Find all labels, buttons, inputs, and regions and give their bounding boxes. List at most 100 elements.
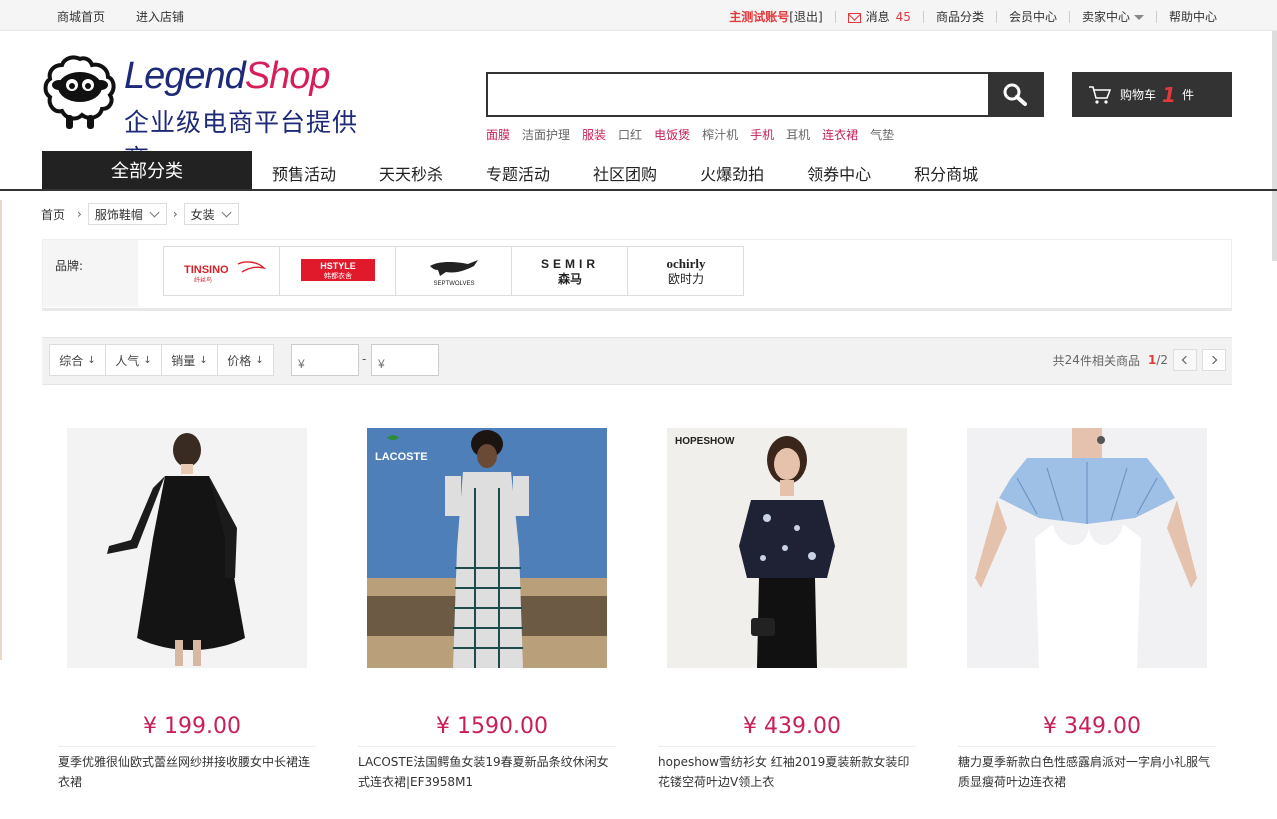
prev-page-button[interactable] — [1173, 349, 1197, 371]
breadcrumb-level1-dropdown[interactable]: 服饰鞋帽 — [87, 203, 167, 225]
divider — [995, 10, 997, 23]
page-current: 1 — [1147, 353, 1157, 367]
hot-word-link[interactable]: 气垫 — [870, 126, 894, 143]
product-card[interactable]: LACOSTE ¥ 1590.00 LACOSTE法国鳄鱼女装19春夏新品条纹休… — [342, 428, 642, 789]
cart-count: 1 — [1162, 82, 1176, 107]
hot-word-link[interactable]: 洁面护理 — [522, 126, 570, 143]
product-image[interactable] — [67, 428, 307, 668]
top-bar: 商城首页 进入店铺 主测试账号 [退出] 消息 45 商品分类 会员中心 卖家中心… — [0, 0, 1277, 31]
product-card[interactable]: ¥ 349.00 糖力夏季新款白色性感露肩派对一字肩小礼服气质显瘦荷叶边连衣裙 — [942, 428, 1242, 789]
nav-item[interactable]: 领券中心 — [807, 161, 871, 185]
sort-label: 综合 — [59, 353, 84, 368]
main-nav: 全部分类 预售活动 天天秒杀 专题活动 社区团购 火爆劲拍 领券中心 积分商城 — [0, 151, 1277, 191]
brand-logo-septwolves: SEPTWOLVES — [429, 260, 478, 287]
search-button[interactable] — [988, 74, 1042, 115]
arrow-down-icon: ↓ — [199, 354, 208, 366]
svg-text:HOPESHOW: HOPESHOW — [675, 436, 735, 447]
product-title[interactable]: 夏季优雅很仙欧式蕾丝网纱拼接收腰女中长裙连衣裙 — [58, 752, 316, 792]
product-title[interactable]: LACOSTE法国鳄鱼女装19春夏新品条纹休闲女式连衣裙|EF3958M1 — [358, 752, 616, 792]
left-edge-decoration — [0, 200, 2, 660]
svg-text:森马: 森马 — [557, 271, 581, 286]
sheep-logo-icon — [43, 55, 116, 129]
mall-home-link[interactable]: 商城首页 — [57, 8, 105, 25]
divider — [358, 746, 616, 747]
brand-semir[interactable]: SEMIR 森马 — [511, 246, 628, 296]
hot-word-link[interactable]: 面膜 — [486, 126, 510, 143]
logout-link[interactable]: [退出] — [789, 8, 822, 25]
hot-word-link[interactable]: 连衣裙 — [822, 126, 858, 143]
divider — [1068, 10, 1070, 23]
product-card[interactable]: HOPESHOW ¥ 439.00 hopeshow雪纺衫女 红袖2019夏装新… — [642, 428, 942, 789]
header: LegendShop 企业级电商平台提供商 面膜洁面护理服装口红电饭煲榨汁机手机… — [0, 31, 1277, 173]
divider — [958, 746, 1216, 747]
product-title[interactable]: 糖力夏季新款白色性感露肩派对一字肩小礼服气质显瘦荷叶边连衣裙 — [958, 752, 1216, 792]
black-lace-dress-image — [67, 428, 307, 668]
nav-item[interactable]: 专题活动 — [486, 161, 550, 185]
enter-store-link[interactable]: 进入店铺 — [136, 8, 184, 25]
brand-tinsino[interactable]: TINSINO 纤丝鸟 — [163, 246, 280, 296]
nav-item[interactable]: 社区团购 — [593, 161, 657, 185]
svg-text:纤丝鸟: 纤丝鸟 — [194, 276, 212, 284]
product-card[interactable]: ¥ 199.00 夏季优雅很仙欧式蕾丝网纱拼接收腰女中长裙连衣裙 — [42, 428, 342, 789]
arrow-down-icon: ↓ — [255, 354, 264, 366]
brand-ochirly[interactable]: ochirly 欧时力 — [627, 246, 744, 296]
divider — [658, 746, 916, 747]
total-suffix: 件相关商品 — [1079, 353, 1140, 368]
divider — [922, 10, 924, 23]
search-box — [486, 72, 1044, 117]
member-center-link[interactable]: 会员中心 — [1009, 8, 1057, 25]
categories-link[interactable]: 商品分类 — [936, 8, 984, 25]
svg-text:ochirly: ochirly — [666, 256, 705, 271]
hot-word-link[interactable]: 电饭煲 — [654, 126, 690, 143]
product-image[interactable] — [967, 428, 1207, 668]
product-title[interactable]: hopeshow雪纺衫女 红袖2019夏装新款女装印花镂空荷叶边V领上衣 — [658, 752, 916, 792]
cart-button[interactable]: 购物车 1 件 — [1072, 72, 1232, 117]
seller-center-dropdown[interactable]: 卖家中心 — [1082, 8, 1144, 25]
hot-word-link[interactable]: 服装 — [582, 126, 606, 143]
sort-button[interactable]: 销量 ↓ — [161, 344, 218, 376]
cart-unit: 件 — [1181, 88, 1194, 102]
breadcrumb-level2-dropdown[interactable]: 女装 — [183, 203, 239, 225]
hot-search-words: 面膜 洁面护理 服装 口红 电饭煲 榨汁机 手机 耳机 连衣裙 气垫 — [486, 126, 894, 143]
search-input[interactable] — [488, 74, 988, 115]
floral-blouse-image: HOPESHOW — [667, 428, 907, 668]
nav-item[interactable]: 天天秒杀 — [379, 161, 443, 185]
help-center-link[interactable]: 帮助中心 — [1169, 8, 1217, 25]
nav-item[interactable]: 预售活动 — [272, 161, 336, 185]
hot-word-link[interactable]: 榨汁机 — [702, 126, 738, 143]
product-price: ¥ 1590.00 — [436, 714, 548, 739]
nav-items: 预售活动 天天秒杀 专题活动 社区团购 火爆劲拍 领券中心 积分商城 — [272, 161, 1021, 185]
brand-logo-semir: SEMIR 森马 — [540, 257, 594, 286]
breadcrumb-level2-label: 女装 — [190, 207, 215, 222]
off-shoulder-dress-image — [967, 428, 1207, 668]
price-dash: - — [362, 352, 367, 366]
chevron-left-icon — [1181, 355, 1191, 365]
sort-label: 人气 — [115, 353, 140, 368]
sort-button[interactable]: 综合 ↓ — [49, 344, 106, 376]
product-image[interactable]: HOPESHOW — [667, 428, 907, 668]
price-min-input[interactable] — [291, 344, 359, 376]
price-max-input[interactable] — [371, 344, 439, 376]
sort-label: 销量 — [171, 353, 196, 368]
sort-button[interactable]: 人气 ↓ — [105, 344, 162, 376]
nav-item[interactable]: 火爆劲拍 — [700, 161, 764, 185]
sort-button[interactable]: 价格 ↓ — [217, 344, 274, 376]
all-categories-button[interactable]: 全部分类 — [42, 151, 252, 189]
brand-septwolves[interactable]: SEPTWOLVES — [395, 246, 512, 296]
hot-word-link[interactable]: 手机 — [750, 126, 774, 143]
product-image[interactable]: LACOSTE — [367, 428, 607, 668]
nav-item[interactable]: 积分商城 — [914, 161, 978, 185]
brand-list: TINSINO 纤丝鸟 HSTYLE 韩都衣舍 SEPTWOLVES SEMIR… — [163, 246, 744, 296]
site-logo[interactable]: LegendShop 企业级电商平台提供商 — [42, 53, 362, 173]
chevron-right-icon — [1208, 355, 1218, 365]
hot-word-link[interactable]: 耳机 — [786, 126, 810, 143]
breadcrumb: 首页 › 服饰鞋帽 › 女装 — [41, 202, 239, 226]
next-page-button[interactable] — [1202, 349, 1226, 371]
logo-text: LegendShop — [124, 55, 331, 97]
product-price: ¥ 439.00 — [743, 714, 841, 739]
brand-hstyle[interactable]: HSTYLE 韩都衣舍 — [279, 246, 396, 296]
hot-word-link[interactable]: 口红 — [618, 126, 642, 143]
messages-link[interactable]: 消息 45 — [847, 8, 911, 25]
account-name[interactable]: 主测试账号 — [729, 8, 789, 25]
breadcrumb-home[interactable]: 首页 — [41, 206, 65, 223]
